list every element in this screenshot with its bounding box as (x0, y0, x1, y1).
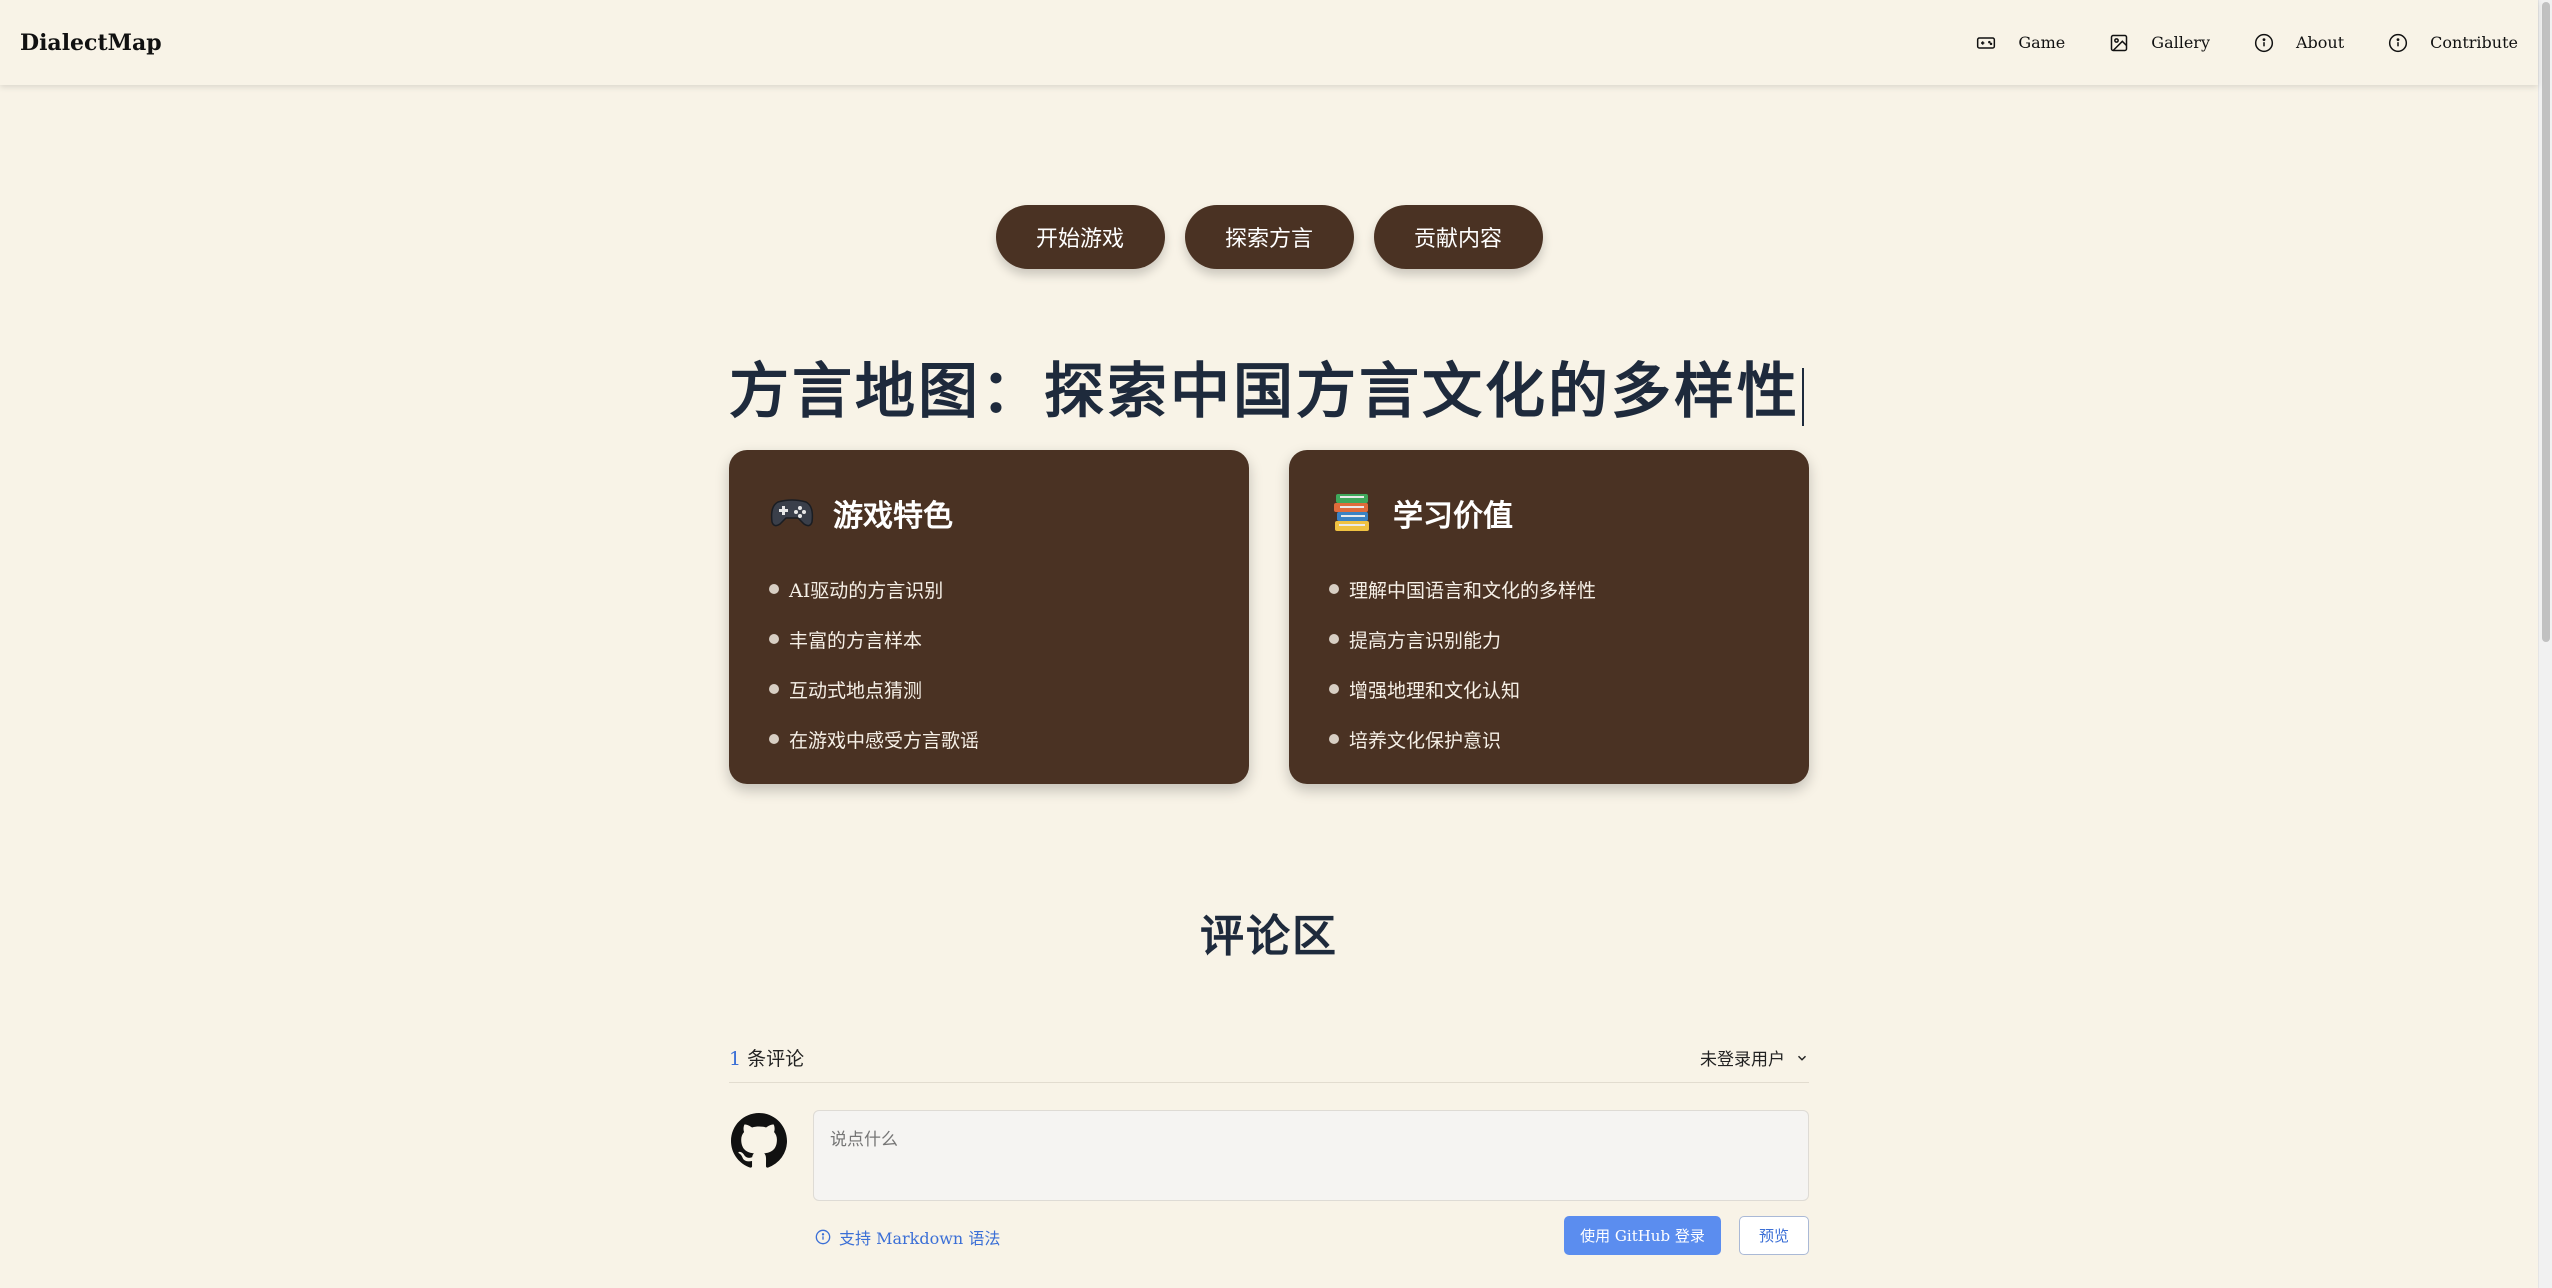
card-header: 学习价值 (1329, 490, 1769, 536)
comments-header: 1 条评论 未登录用户 (729, 1033, 1809, 1083)
list-item-text: 增强地理和文化认知 (1349, 679, 1521, 702)
list-item-text: AI驱动的方言识别 (789, 579, 944, 602)
typing-caret (1802, 367, 1804, 426)
bullet-icon (769, 684, 779, 694)
bullet-icon (769, 734, 779, 744)
card-title: 学习价值 (1393, 499, 1513, 534)
user-menu-label: 未登录用户 (1700, 1050, 1785, 1070)
bullet-icon (769, 584, 779, 594)
list-item-text: 互动式地点猜测 (789, 679, 923, 702)
list-item: AI驱动的方言识别 (769, 564, 1209, 614)
bullet-icon (769, 634, 779, 644)
list-item-text: 培养文化保护意识 (1349, 729, 1502, 752)
comment-input[interactable] (813, 1110, 1809, 1201)
feature-card-learning: 学习价值 理解中国语言和文化的多样性 提高方言识别能力 增强地理和文化认知 培养… (1289, 450, 1809, 784)
info-icon (2389, 33, 2408, 52)
game-controller-icon (769, 490, 815, 536)
image-icon (2111, 34, 2128, 51)
nav-label-about: About (2296, 33, 2345, 52)
nav-item-game[interactable]: Game (1976, 33, 2065, 53)
page-title-text: 方言地图：探索中国方言文化的多样性 (729, 357, 1800, 427)
list-item-text: 提高方言识别能力 (1349, 629, 1502, 652)
user-menu-dropdown[interactable]: 未登录用户 (1700, 1045, 1809, 1070)
list-item: 在游戏中感受方言歌谣 (769, 714, 1209, 764)
main-nav: Game Gallery About Contribute (1932, 33, 2518, 53)
brand-logo[interactable]: DialectMap (20, 30, 162, 56)
nav-item-contribute[interactable]: Contribute (2388, 33, 2518, 53)
bullet-icon (1329, 734, 1339, 744)
contribute-content-button[interactable]: 贡献内容 (1373, 205, 1543, 269)
feature-list: 理解中国语言和文化的多样性 提高方言识别能力 增强地理和文化认知 培养文化保护意… (1329, 564, 1769, 764)
bullet-icon (1329, 684, 1339, 694)
card-header: 游戏特色 (769, 490, 1209, 536)
page-title: 方言地图：探索中国方言文化的多样性 (729, 343, 1804, 430)
chevron-down-icon (1797, 1055, 1807, 1061)
gamepad-icon (1977, 36, 1996, 49)
comment-count-number: 1 (729, 1048, 742, 1070)
markdown-hint-text: 支持 Markdown 语法 (839, 1229, 1001, 1248)
start-game-button[interactable]: 开始游戏 (995, 205, 1165, 269)
top-navbar: DialectMap Game Gallery About Contribute (0, 0, 2538, 85)
list-item: 提高方言识别能力 (1329, 614, 1769, 664)
feature-card-game: 游戏特色 AI驱动的方言识别 丰富的方言样本 互动式地点猜测 在游戏中感受方言歌… (729, 450, 1249, 784)
scrollbar-thumb[interactable] (2542, 2, 2550, 642)
list-item: 丰富的方言样本 (769, 614, 1209, 664)
preview-button[interactable]: 预览 (1739, 1216, 1809, 1255)
comments-section-title: 评论区 (1200, 911, 1338, 962)
bullet-icon (1329, 584, 1339, 594)
page-scrollbar[interactable] (2538, 0, 2552, 1288)
markdown-hint-link[interactable]: 支持 Markdown 语法 (815, 1225, 1000, 1249)
hero-button-row: 开始游戏 探索方言 贡献内容 (0, 205, 2538, 269)
github-avatar-icon (731, 1113, 787, 1169)
list-item: 互动式地点猜测 (769, 664, 1209, 714)
list-item-text: 理解中国语言和文化的多样性 (1349, 579, 1597, 602)
github-login-button[interactable]: 使用 GitHub 登录 (1564, 1216, 1721, 1255)
list-item: 培养文化保护意识 (1329, 714, 1769, 764)
comment-count-label: 条评论 (747, 1048, 805, 1070)
info-icon (815, 1229, 831, 1245)
feature-list: AI驱动的方言识别 丰富的方言样本 互动式地点猜测 在游戏中感受方言歌谣 (769, 564, 1209, 764)
list-item: 理解中国语言和文化的多样性 (1329, 564, 1769, 614)
explore-dialects-button[interactable]: 探索方言 (1184, 205, 1354, 269)
bullet-icon (1329, 634, 1339, 644)
books-icon (1329, 490, 1375, 536)
info-icon (2254, 33, 2274, 52)
nav-item-gallery[interactable]: Gallery (2109, 33, 2210, 53)
nav-label-gallery: Gallery (2151, 33, 2210, 52)
card-title: 游戏特色 (833, 499, 953, 534)
comment-count: 1 条评论 (729, 1044, 804, 1071)
list-item: 增强地理和文化认知 (1329, 664, 1769, 714)
nav-label-contribute: Contribute (2430, 33, 2518, 52)
list-item-text: 丰富的方言样本 (789, 629, 923, 652)
nav-item-about[interactable]: About (2254, 33, 2344, 53)
list-item-text: 在游戏中感受方言歌谣 (789, 729, 980, 752)
nav-label-game: Game (2018, 33, 2066, 52)
